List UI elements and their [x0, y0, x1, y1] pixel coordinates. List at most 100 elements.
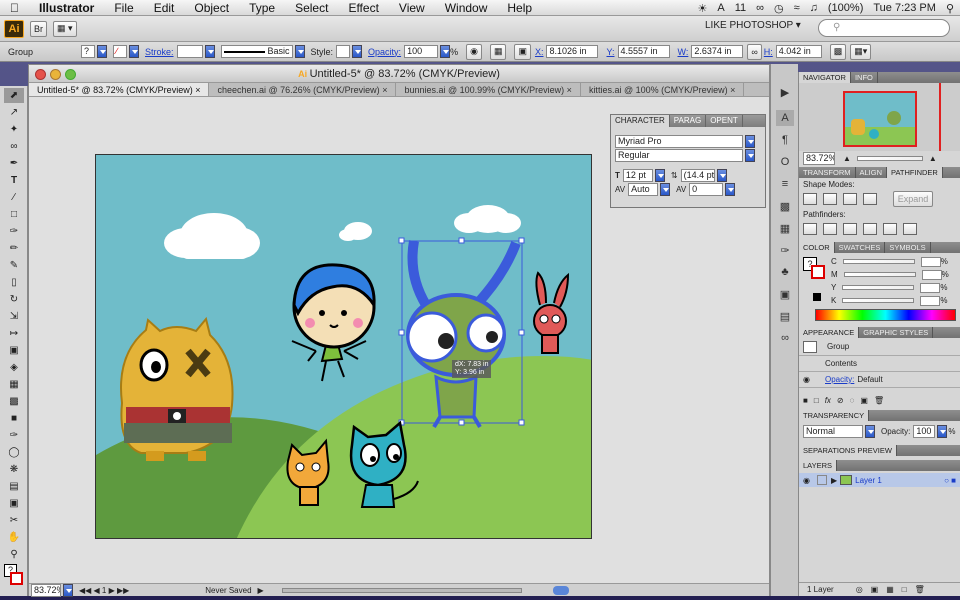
workspace-switcher[interactable]: LIKE PHOTOSHOP ▾: [705, 20, 801, 31]
graph-tool-icon[interactable]: ▤: [4, 479, 24, 494]
yellow-slider[interactable]: [842, 285, 915, 290]
navigator-zoom-field[interactable]: 83.72%: [803, 151, 835, 165]
w-field[interactable]: 2.6374 in: [691, 45, 744, 58]
layer-row[interactable]: ◉ ▶ Layer 1 ○ ■: [799, 473, 960, 487]
brush-field[interactable]: Basic: [220, 45, 293, 58]
opentype-panel-icon[interactable]: O: [776, 154, 794, 170]
tab-layers[interactable]: LAYERS: [799, 460, 838, 471]
menu-file[interactable]: File: [104, 1, 143, 15]
tab-bunnies[interactable]: bunnies.ai @ 100.99% (CMYK/Preview) ×: [396, 83, 581, 96]
x-label[interactable]: X:: [535, 47, 544, 57]
trim-icon[interactable]: [823, 223, 837, 235]
pencil-tool-icon[interactable]: ✏: [4, 241, 24, 256]
tab-swatches[interactable]: SWATCHES: [835, 242, 886, 253]
menu-object[interactable]: Object: [184, 1, 239, 15]
artwork-illustration[interactable]: [96, 155, 592, 539]
layers-panel-icon[interactable]: ▤: [776, 308, 794, 324]
stroke-weight-field[interactable]: [176, 45, 203, 58]
wifi-icon[interactable]: ≈: [794, 2, 800, 14]
crop-icon[interactable]: [863, 223, 877, 235]
rectangle-tool-icon[interactable]: □: [4, 207, 24, 222]
font-size-field[interactable]: 12 pt: [622, 168, 653, 182]
zoom-dropdown[interactable]: [63, 583, 73, 597]
tab-opentype[interactable]: OPENT: [706, 115, 743, 127]
arrange-documents-button[interactable]: ▦ ▾: [53, 20, 77, 37]
tab-graphic-styles[interactable]: GRAPHIC STYLES: [859, 327, 934, 338]
stroke-color-swatch[interactable]: [811, 265, 825, 279]
slice-tool-icon[interactable]: ✂: [4, 513, 24, 528]
artboard-nav[interactable]: ◀◀ ◀ 1 ▶ ▶▶: [79, 586, 129, 595]
y-label[interactable]: Y:: [606, 47, 614, 57]
graphic-styles-icon[interactable]: ▣: [776, 286, 794, 302]
merge-icon[interactable]: [843, 223, 857, 235]
appearance-contents-row[interactable]: Contents: [799, 356, 960, 372]
line-tool-icon[interactable]: ∕: [4, 190, 24, 205]
minimize-window-button[interactable]: [50, 69, 61, 80]
new-layer-icon[interactable]: □: [902, 585, 907, 594]
menu-select[interactable]: Select: [285, 1, 338, 15]
artboard-tool-icon[interactable]: ▣: [4, 496, 24, 511]
minus-back-icon[interactable]: [903, 223, 917, 235]
minus-front-icon[interactable]: [823, 193, 837, 205]
tab-symbols[interactable]: SYMBOLS: [885, 242, 931, 253]
unite-icon[interactable]: [803, 193, 817, 205]
volume-icon[interactable]: ♫: [810, 2, 818, 14]
tracking-field[interactable]: 0: [689, 182, 724, 196]
outline-icon[interactable]: [883, 223, 897, 235]
status-icon[interactable]: ☀: [698, 2, 708, 15]
blob-brush-tool-icon[interactable]: ✎: [4, 258, 24, 273]
tab-transparency[interactable]: TRANSPARENCY: [799, 410, 870, 421]
add-stroke-icon[interactable]: ■: [803, 396, 808, 405]
battery-status[interactable]: (100%): [828, 2, 863, 14]
shape-builder-tool-icon[interactable]: ◈: [4, 360, 24, 375]
add-fill-icon[interactable]: □: [814, 396, 819, 405]
paintbrush-tool-icon[interactable]: ✑: [4, 224, 24, 239]
rotate-tool-icon[interactable]: ↻: [4, 292, 24, 307]
fill-stroke-icon[interactable]: ?: [4, 564, 24, 588]
appearance-group-row[interactable]: Group: [799, 338, 960, 356]
layer-name[interactable]: Layer 1: [855, 476, 882, 485]
gradient-tool-icon[interactable]: ■: [4, 411, 24, 426]
recolor-icon[interactable]: ◉: [466, 43, 482, 60]
document-status[interactable]: Never Saved: [205, 586, 251, 595]
tab-appearance[interactable]: APPEARANCE: [799, 327, 860, 338]
navigator-zoom-slider[interactable]: [856, 155, 923, 161]
fx-icon[interactable]: fx: [825, 396, 831, 405]
tab-cheechen[interactable]: cheechen.ai @ 76.26% (CMYK/Preview) ×: [209, 83, 397, 96]
visibility-eye-icon[interactable]: ◉: [803, 375, 821, 384]
layer-eye-icon[interactable]: ◉: [803, 476, 817, 485]
brush-dropdown[interactable]: [294, 45, 305, 58]
paragraph-panel-icon[interactable]: ¶: [776, 132, 794, 148]
swatches-panel-icon[interactable]: ▦: [776, 220, 794, 236]
black-slider[interactable]: [842, 298, 915, 303]
menu-effect[interactable]: Effect: [338, 1, 388, 15]
new-sublayer-icon[interactable]: ▦: [886, 585, 894, 594]
menu-view[interactable]: View: [389, 1, 435, 15]
navigator-thumbnail[interactable]: [843, 91, 917, 147]
zoom-in-icon[interactable]: ▲: [929, 154, 937, 163]
close-window-button[interactable]: [35, 69, 46, 80]
black-swatch-icon[interactable]: [813, 293, 821, 301]
font-style-dropdown[interactable]: [745, 148, 755, 162]
zoom-window-button[interactable]: [65, 69, 76, 80]
magic-wand-tool-icon[interactable]: ✦: [4, 122, 24, 137]
perspective-grid-tool-icon[interactable]: ▦: [4, 377, 24, 392]
character-panel-icon[interactable]: A: [776, 110, 794, 126]
font-family-dropdown[interactable]: [745, 134, 755, 148]
zoom-out-icon[interactable]: ▲: [843, 154, 851, 163]
menu-app-name[interactable]: Illustrator: [29, 1, 104, 15]
menu-type[interactable]: Type: [239, 1, 285, 15]
adobe-icon[interactable]: A: [717, 2, 724, 14]
apple-icon[interactable]: : [0, 1, 29, 15]
status-dropdown-icon[interactable]: ▶: [258, 586, 264, 595]
black-field[interactable]: [920, 295, 941, 306]
zoom-field[interactable]: 83.72%: [31, 583, 61, 597]
tab-separations-preview[interactable]: SEPARATIONS PREVIEW: [799, 445, 897, 456]
play-actions-icon[interactable]: ▶: [776, 84, 794, 100]
align-icon[interactable]: ▦: [489, 43, 507, 60]
font-family-field[interactable]: Myriad Pro: [615, 134, 743, 148]
clock[interactable]: Tue 7:23 PM: [873, 2, 936, 14]
cyan-field[interactable]: [920, 256, 941, 267]
opacity-link[interactable]: Opacity:: [368, 47, 401, 57]
cyan-slider[interactable]: [842, 259, 915, 264]
